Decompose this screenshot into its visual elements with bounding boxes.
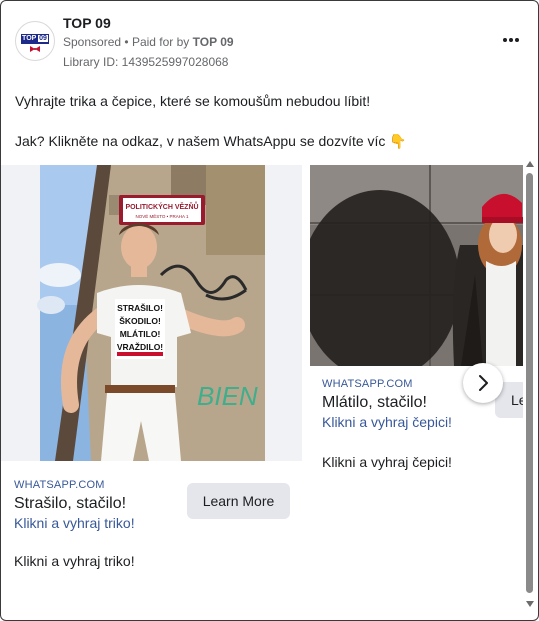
graffiti-text: BIEN [197, 381, 258, 411]
more-horizontal-icon [503, 38, 519, 42]
shirt-line-4: VRAŽDILO! [117, 341, 163, 352]
post-text-line-1: Vyhrajte trika a čepice, které se komouš… [15, 93, 371, 109]
shirt-line-1: STRAŠILO! [117, 302, 163, 313]
ad-post-card: TOP 09 TOP 09 Sponsored • Paid for by TO… [0, 0, 539, 621]
vertical-scrollbar[interactable] [524, 159, 536, 609]
carousel: POLITICKÝCH VĚZŇŮ NOVÉ MĚSTO • PRAHA 1 B… [1, 165, 523, 605]
carousel-next-button[interactable] [463, 363, 503, 403]
card-caption-1: WHATSAPP.COM Strašilo, stačilo! Klikni a… [1, 461, 302, 605]
card-link-description-2[interactable]: Klikni a vyhraj čepici! [322, 414, 492, 430]
more-options-button[interactable] [500, 33, 522, 47]
separator-dot: • [124, 35, 132, 49]
scrollbar-thumb[interactable] [526, 173, 533, 593]
shirt-line-3: MLÁTILO! [120, 329, 161, 339]
scroll-down-arrow-icon[interactable] [526, 601, 534, 607]
card-link-description-1[interactable]: Klikni a vyhraj triko! [14, 515, 184, 531]
photo-woman-tshirt: POLITICKÝCH VĚZŇŮ NOVÉ MĚSTO • PRAHA 1 B… [1, 165, 302, 461]
street-sign-subtext: NOVÉ MĚSTO • PRAHA 1 [135, 212, 189, 219]
card-description-1: Klikni a vyhraj triko! [14, 553, 135, 569]
shirt-line-2: ŠKODILO! [119, 315, 161, 326]
post-text-line-2: Jak? Klikněte na odkaz, v našem WhatsApp… [15, 133, 407, 149]
post-header: TOP 09 TOP 09 Sponsored • Paid for by TO… [13, 15, 526, 75]
top09-logo: TOP 09 [21, 34, 49, 44]
card-domain-1: WHATSAPP.COM [14, 479, 105, 491]
library-id: Library ID: 1439525997028068 [63, 55, 229, 69]
page-name[interactable]: TOP 09 [63, 15, 111, 31]
paid-by-name[interactable]: TOP 09 [193, 35, 234, 49]
learn-more-button-1[interactable]: Learn More [187, 483, 290, 519]
sponsored-label: Sponsored [63, 35, 122, 49]
post-text: Vyhrajte trika a čepice, které se komouš… [15, 91, 525, 171]
chevron-right-icon [479, 375, 488, 391]
card-image-2[interactable] [310, 165, 523, 366]
scroll-up-arrow-icon[interactable] [526, 161, 534, 167]
sponsored-line: Sponsored • Paid for by TOP 09 [63, 35, 234, 49]
paid-for-label: Paid for by [131, 35, 190, 49]
card-description-2: Klikni a vyhraj čepici! [322, 454, 452, 470]
card-headline-1[interactable]: Strašilo, stačilo! [14, 495, 184, 513]
carousel-card-1[interactable]: POLITICKÝCH VĚZŇŮ NOVÉ MĚSTO • PRAHA 1 B… [1, 165, 302, 605]
avatar[interactable]: TOP 09 [15, 21, 55, 61]
bow-tie-icon [30, 46, 40, 52]
photo-woman-red-cap [310, 165, 523, 366]
card-image-1[interactable]: POLITICKÝCH VĚZŇŮ NOVÉ MĚSTO • PRAHA 1 B… [1, 165, 302, 461]
